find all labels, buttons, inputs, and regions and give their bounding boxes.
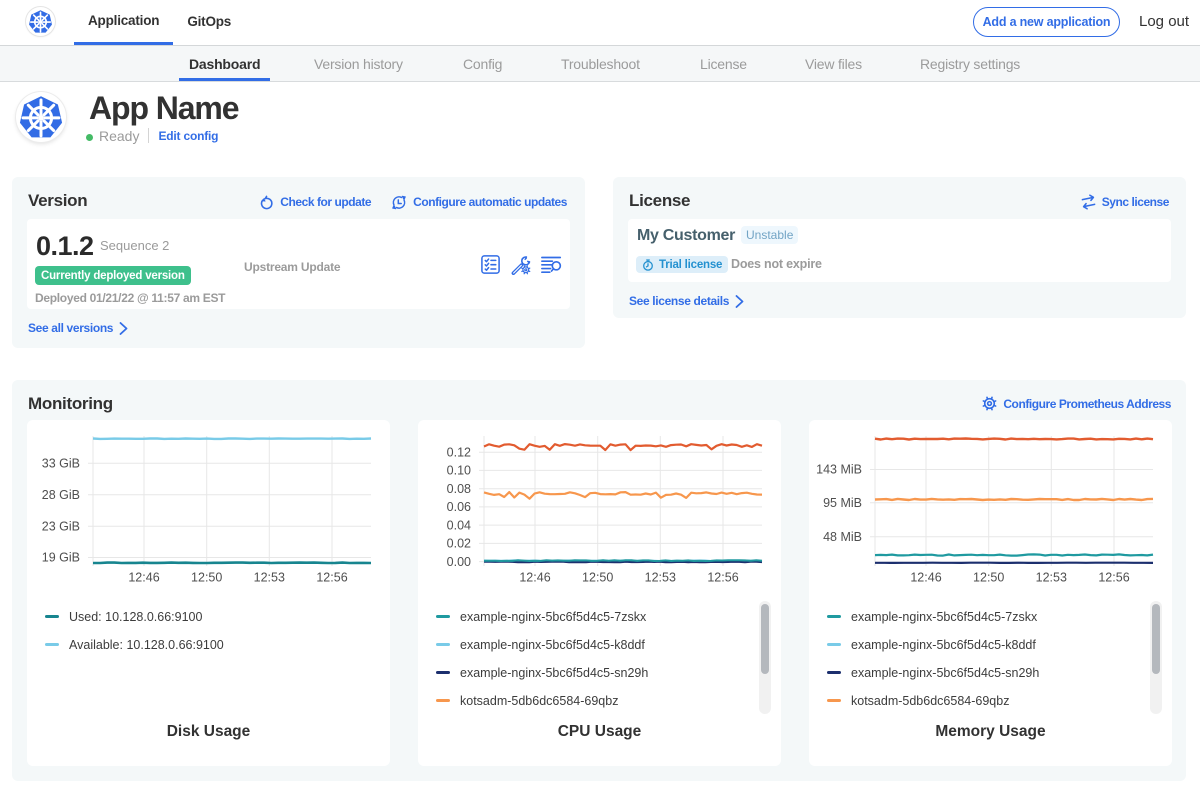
svg-text:12:53: 12:53: [645, 571, 676, 585]
svg-text:12:50: 12:50: [973, 571, 1004, 585]
svg-text:12:50: 12:50: [582, 571, 613, 585]
svg-text:143 MiB: 143 MiB: [816, 463, 862, 477]
svg-text:0.04: 0.04: [447, 518, 471, 532]
svg-text:12:46: 12:46: [128, 571, 159, 585]
svg-text:0.10: 0.10: [447, 464, 471, 478]
svg-text:12:50: 12:50: [191, 571, 222, 585]
svg-text:12:56: 12:56: [1098, 571, 1129, 585]
svg-text:0.12: 0.12: [447, 445, 471, 459]
svg-text:12:56: 12:56: [316, 571, 347, 585]
svg-text:12:53: 12:53: [254, 571, 285, 585]
svg-text:23 GiB: 23 GiB: [42, 519, 80, 533]
svg-text:48 MiB: 48 MiB: [823, 530, 862, 544]
svg-text:12:56: 12:56: [707, 571, 738, 585]
svg-text:12:46: 12:46: [519, 571, 550, 585]
svg-text:95 MiB: 95 MiB: [823, 496, 862, 510]
svg-text:33 GiB: 33 GiB: [42, 457, 80, 471]
svg-text:0.08: 0.08: [447, 482, 471, 496]
svg-text:0.00: 0.00: [447, 555, 471, 569]
svg-text:0.06: 0.06: [447, 500, 471, 514]
svg-text:0.02: 0.02: [447, 537, 471, 551]
svg-text:12:46: 12:46: [910, 571, 941, 585]
svg-text:28 GiB: 28 GiB: [42, 488, 80, 502]
svg-text:19 GiB: 19 GiB: [42, 551, 80, 565]
svg-text:12:53: 12:53: [1036, 571, 1067, 585]
